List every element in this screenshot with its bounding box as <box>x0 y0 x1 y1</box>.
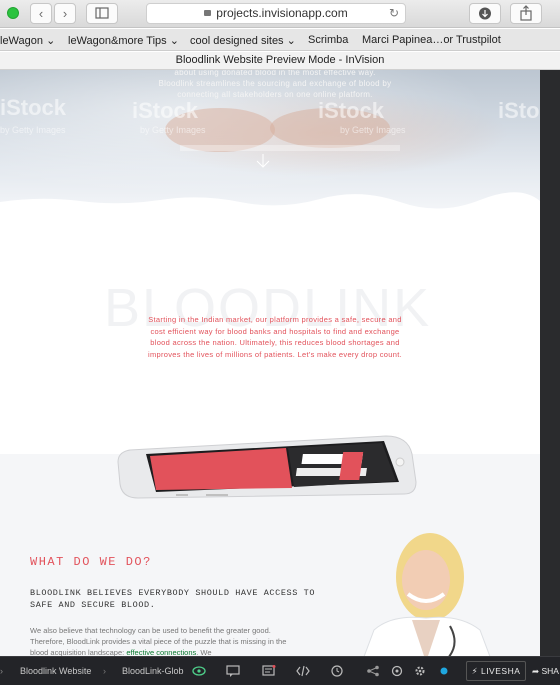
code-icon[interactable] <box>296 665 310 677</box>
lock-icon <box>204 10 212 16</box>
doctor-photo <box>363 533 491 656</box>
side-panel <box>540 70 560 656</box>
sidebar-toggle-button[interactable] <box>86 3 118 24</box>
share-arrow-icon: ➦ <box>532 666 540 676</box>
liveshare-bolt-icon: ⚡ <box>471 666 479 676</box>
status-dot-icon <box>440 667 448 675</box>
back-button[interactable]: ‹ <box>30 3 52 24</box>
browser-toolbar: ‹ › projects.invisionapp.com ↻ <box>0 0 560 28</box>
hero-section: iStock iStock iStock iStock by Getty Ima… <box>0 70 540 210</box>
watermark-sub: by Getty Images <box>140 125 206 135</box>
invision-toolbar: › Bloodlink Website › BloodLink-Glob ⚡ L… <box>0 656 560 685</box>
share-button[interactable] <box>510 3 542 24</box>
share-label: SHA <box>541 666 559 676</box>
bookmark-scrimba[interactable]: Scrimba <box>308 34 348 46</box>
phone-mockup <box>117 435 417 499</box>
liveshare-button[interactable]: ⚡ LIVESHA <box>466 661 526 681</box>
downloads-button[interactable] <box>469 3 501 24</box>
bookmark-trustpilot[interactable]: Marci Papinea…or Trustpilot <box>362 34 501 46</box>
comment-icon[interactable] <box>226 665 240 677</box>
screen-name[interactable]: BloodLink-Glob <box>122 666 184 676</box>
sync-icon[interactable] <box>390 665 404 677</box>
download-icon <box>479 7 491 20</box>
hero-text-line: connecting all stakeholders on one onlin… <box>177 90 373 99</box>
prototype-canvas[interactable]: iStock iStock iStock iStock by Getty Ima… <box>0 70 540 656</box>
window-title: Bloodlink Website Preview Mode - InVisio… <box>0 52 560 70</box>
watermark-sub: by Getty Images <box>340 125 406 135</box>
share-icon <box>520 5 532 21</box>
intro-paragraph: Starting in the Indian market, our platf… <box>148 315 402 359</box>
scroll-down-arrow-icon[interactable] <box>254 152 272 170</box>
hero-text-line: Bloodlink streamlines the sourcing and e… <box>158 79 392 88</box>
watermark: iStock <box>0 95 67 120</box>
forward-button[interactable]: › <box>54 3 76 24</box>
history-clock-icon[interactable] <box>330 665 344 677</box>
sidebar-icon <box>95 7 109 19</box>
what-body-tail: . We <box>196 648 212 656</box>
what-subtitle: BLOODLINK BELIEVES EVERYBODY SHOULD HAVE… <box>30 588 316 610</box>
watermark: iStock <box>132 98 199 123</box>
watermark: iStock <box>498 98 540 123</box>
what-body: We also believe that technology can be u… <box>30 625 290 656</box>
bookmark-lewagon[interactable]: leWagon ⌄ <box>0 34 55 47</box>
bookmarks-bar: leWagon ⌄ leWagon&more Tips ⌄ cool desig… <box>0 29 560 51</box>
share-button-bottom[interactable]: ➦ SHA <box>532 661 560 681</box>
reload-icon[interactable]: ↻ <box>389 4 399 23</box>
project-name[interactable]: Bloodlink Website <box>20 666 91 676</box>
bookmark-cool-sites[interactable]: cool designed sites ⌄ <box>190 34 296 47</box>
window-zoom-button[interactable] <box>7 7 19 19</box>
address-bar[interactable]: projects.invisionapp.com ↻ <box>146 3 406 24</box>
settings-gear-icon[interactable] <box>413 665 427 677</box>
notes-icon[interactable] <box>262 665 276 677</box>
bookmark-lewagon-tips[interactable]: leWagon&more Tips ⌄ <box>68 34 179 47</box>
watermark: iStock <box>318 98 385 123</box>
breadcrumb-chevron-icon: › <box>103 666 106 676</box>
share-link-icon[interactable] <box>366 665 380 677</box>
wave-divider <box>0 192 540 210</box>
hero-text-line: about using donated blood in the most ef… <box>174 70 376 77</box>
what-highlight: effective connections <box>126 648 197 656</box>
preview-eye-icon[interactable] <box>192 665 206 677</box>
liveshare-label: LIVESHA <box>480 666 521 676</box>
watermark-sub: by Getty Images <box>0 125 66 135</box>
what-title: WHAT DO WE DO? <box>30 555 152 569</box>
left-chevron-icon[interactable]: › <box>0 666 3 676</box>
address-text: projects.invisionapp.com <box>216 6 348 20</box>
